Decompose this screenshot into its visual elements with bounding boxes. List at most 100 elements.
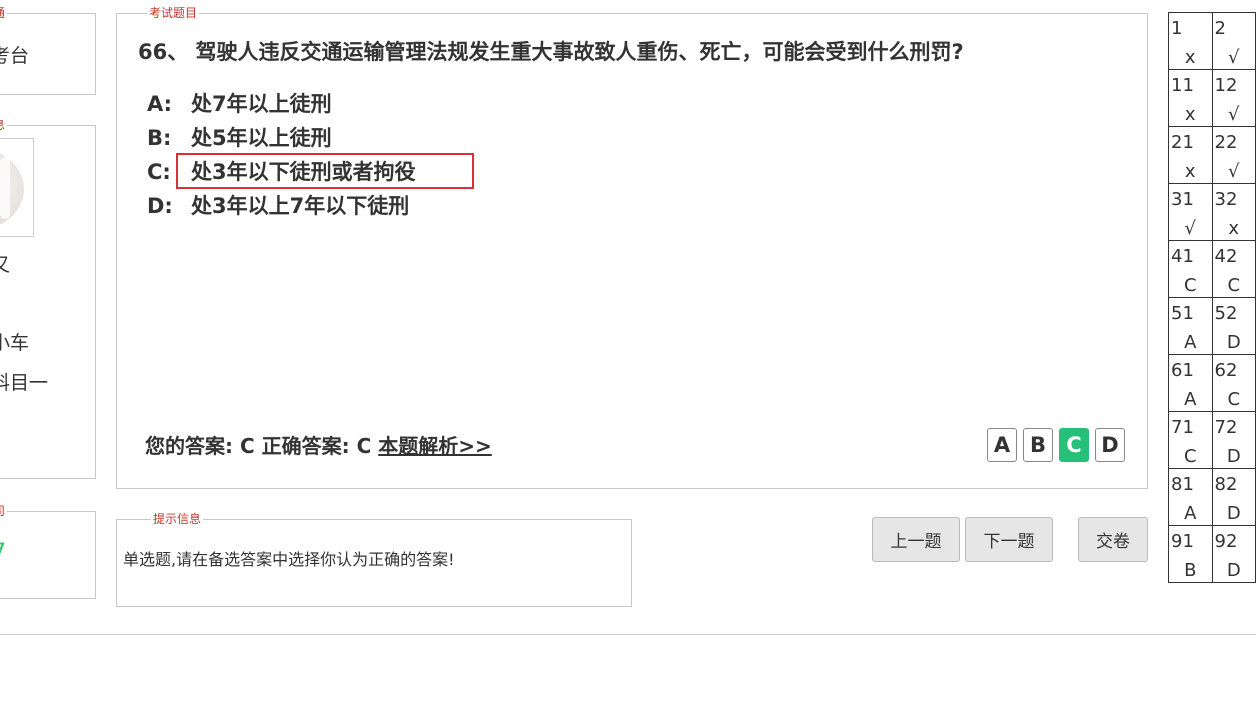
question-answer-mark: D [1226, 503, 1241, 524]
answer-sheet-cell[interactable]: 71 C [1168, 411, 1213, 469]
question-answer-mark: C [1183, 275, 1197, 296]
question-number: 12 [1214, 75, 1238, 96]
question-number: 61 [1171, 360, 1194, 381]
answer-button-c[interactable]: C [1059, 428, 1089, 462]
answer-sheet-cell[interactable]: 52 D [1211, 297, 1256, 355]
examinee-info-panel: 息 又 小车 科目一 [0, 118, 96, 479]
submit-exam-button[interactable]: 交卷 [1078, 517, 1148, 562]
question-number: 42 [1214, 246, 1238, 267]
question-answer-mark: D [1226, 446, 1241, 467]
question-number: 51 [1171, 303, 1194, 324]
question-number: 81 [1171, 474, 1194, 495]
question-number: 32 [1214, 189, 1238, 210]
question-number: 91 [1171, 531, 1194, 552]
answer-sheet-row: 1 x 2 √ [1168, 12, 1256, 70]
question-number: 82 [1214, 474, 1238, 495]
answer-sheet-cell[interactable]: 22 √ [1211, 126, 1256, 184]
question-number: 41 [1171, 246, 1194, 267]
option-b-letter: B: [147, 126, 172, 150]
correct-answer-label: 正确答案: [261, 434, 350, 458]
question-number: 62 [1214, 360, 1238, 381]
divider [0, 634, 1256, 635]
hint-panel: 提示信息 单选题,请在备选答案中选择你认为正确的答案! [116, 512, 632, 607]
question-number: 52 [1214, 303, 1238, 324]
answer-sheet-cell[interactable]: 72 D [1211, 411, 1256, 469]
question-answer-mark: B [1184, 560, 1197, 581]
option-a[interactable]: A: 处7年以上徒刑 [147, 89, 332, 119]
time-panel-legend: 司 [0, 504, 8, 518]
option-d[interactable]: D: 处3年以上7年以下徒刑 [147, 191, 409, 221]
answer-sheet-row: 31 √ 32 x [1168, 183, 1256, 241]
question-answer-mark: x [1184, 161, 1196, 182]
time-panel: 司 7 [0, 504, 96, 599]
answer-sheet-cell[interactable]: 92 D [1211, 525, 1256, 583]
answer-sheet-cell[interactable]: 91 B [1168, 525, 1213, 583]
question-answer-mark: D [1226, 332, 1241, 353]
analysis-link[interactable]: 本题解析>> [378, 434, 492, 458]
answer-sheet-cell[interactable]: 82 D [1211, 468, 1256, 526]
question-answer-mark: A [1184, 389, 1197, 410]
answer-sheet-row: 61 A 62 C [1168, 354, 1256, 412]
question-number: 11 [1171, 75, 1194, 96]
examinee-car-type: 小车 [0, 332, 30, 354]
answer-sheet-cell[interactable]: 81 A [1168, 468, 1213, 526]
question-panel: 考试题目 66、 驾驶人违反交通运输管理法规发生重大事故致人重伤、死亡，可能会受… [116, 6, 1148, 489]
option-d-letter: D: [147, 194, 173, 218]
answer-sheet-cell[interactable]: 21 x [1168, 126, 1213, 184]
answer-sheet-row: 11 x 12 √ [1168, 69, 1256, 127]
site-panel: 通 考台 [0, 6, 96, 95]
question-answer-mark: D [1226, 560, 1241, 581]
answer-sheet-grid: 1 x 2 √ 11 x 12 √ 21 x 22 √ 31 √ 32 x 41 C 42 C 51 A 52 D 61 A 62 C… [1168, 12, 1256, 583]
answer-sheet-cell[interactable]: 61 A [1168, 354, 1213, 412]
avatar-highlight [0, 157, 10, 219]
answer-sheet-row: 51 A 52 D [1168, 297, 1256, 355]
question-number: 92 [1214, 531, 1238, 552]
answer-sheet-row: 91 B 92 D [1168, 525, 1256, 583]
question-answer-mark: C [1227, 389, 1241, 410]
your-answer-value: C [239, 434, 255, 458]
answer-sheet-cell[interactable]: 12 √ [1211, 69, 1256, 127]
answer-sheet-row: 41 C 42 C [1168, 240, 1256, 298]
question-answer-mark: A [1184, 332, 1197, 353]
answer-sheet-cell[interactable]: 2 √ [1211, 12, 1256, 70]
question-text: 66、 驾驶人违反交通运输管理法规发生重大事故致人重伤、死亡，可能会受到什么刑罚… [138, 40, 964, 64]
avatar [0, 138, 34, 237]
selected-option-highlight [176, 153, 474, 189]
answer-sheet-cell[interactable]: 41 C [1168, 240, 1213, 298]
option-a-text: 处7年以上徒刑 [191, 92, 332, 116]
question-answer-mark: √ [1228, 104, 1240, 125]
option-b[interactable]: B: 处5年以上徒刑 [147, 123, 332, 153]
hint-panel-legend: 提示信息 [151, 512, 204, 526]
question-number: 21 [1171, 132, 1194, 153]
question-panel-legend: 考试题目 [147, 6, 200, 20]
question-answer-mark: C [1227, 275, 1241, 296]
option-b-text: 处5年以上徒刑 [191, 126, 332, 150]
answer-sheet-cell[interactable]: 31 √ [1168, 183, 1213, 241]
examinee-name: 又 [0, 254, 11, 276]
answer-sheet-cell[interactable]: 42 C [1211, 240, 1256, 298]
answer-button-a[interactable]: A [987, 428, 1017, 462]
next-question-button[interactable]: 下一题 [965, 517, 1053, 562]
answer-summary: 您的答案: C 正确答案: C 本题解析>> [145, 430, 492, 459]
answer-sheet-row: 81 A 82 D [1168, 468, 1256, 526]
correct-answer-value: C [356, 434, 372, 458]
question-number: 71 [1171, 417, 1194, 438]
question-number: 22 [1214, 132, 1238, 153]
answer-sheet-cell[interactable]: 1x [1168, 12, 1213, 70]
answer-button-b[interactable]: B [1023, 428, 1053, 462]
time-remaining: 7 [0, 538, 6, 566]
answer-sheet-row: 21 x 22 √ [1168, 126, 1256, 184]
answer-button-d[interactable]: D [1095, 428, 1125, 462]
question-number: 31 [1171, 189, 1194, 210]
question-answer-mark: x [1228, 218, 1240, 239]
answer-sheet-cell[interactable]: 32 x [1211, 183, 1256, 241]
answer-sheet-cell[interactable]: 11 x [1168, 69, 1213, 127]
prev-question-button[interactable]: 上一题 [872, 517, 960, 562]
your-answer-label: 您的答案: [145, 434, 233, 458]
question-answer-mark: A [1184, 503, 1197, 524]
answer-sheet-cell[interactable]: 62 C [1211, 354, 1256, 412]
site-panel-legend: 通 [0, 6, 8, 20]
question-number: 72 [1214, 417, 1238, 438]
answer-sheet-cell[interactable]: 51 A [1168, 297, 1213, 355]
question-number: 2 [1214, 18, 1226, 39]
